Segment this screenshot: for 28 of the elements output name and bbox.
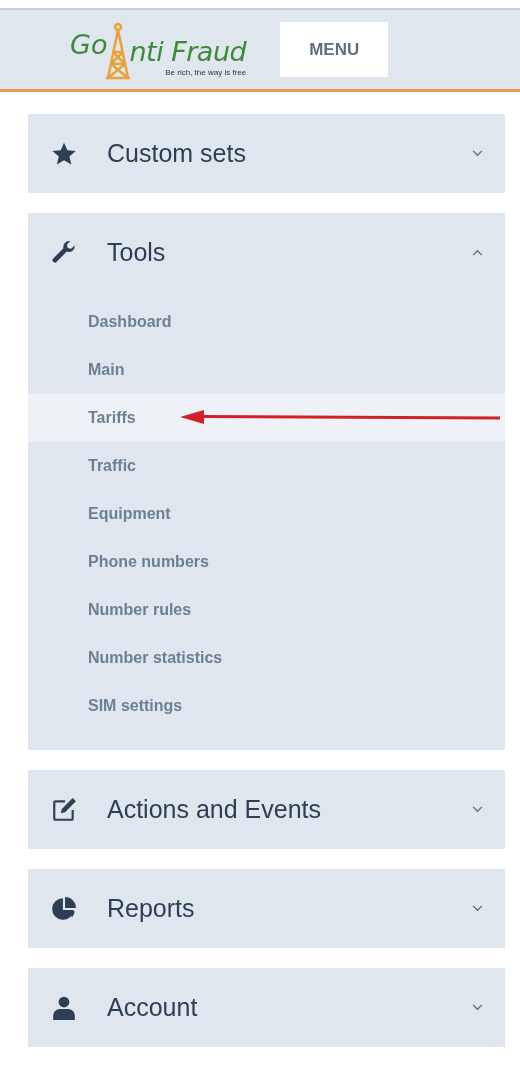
menu-item[interactable]: Main bbox=[28, 346, 505, 394]
section-header[interactable]: Tools bbox=[28, 213, 505, 292]
wrench-icon bbox=[51, 239, 77, 266]
logo-text: Go bbox=[70, 27, 108, 62]
menu-button[interactable]: MENU bbox=[280, 22, 389, 77]
menu-item[interactable]: Number statistics bbox=[28, 634, 505, 682]
logo-text: nti Fraud bbox=[129, 34, 247, 69]
section-title: Tools bbox=[107, 238, 167, 267]
menu-item[interactable]: SIM settings bbox=[28, 682, 505, 730]
menu-item[interactable]: Tariffs bbox=[28, 394, 505, 442]
menu-item[interactable]: Traffic bbox=[28, 442, 505, 490]
menu-item[interactable]: Phone numbers bbox=[28, 538, 505, 586]
section-title: Account bbox=[107, 993, 199, 1022]
section-header[interactable]: Reports bbox=[28, 869, 505, 948]
menu-item[interactable]: Number rules bbox=[28, 586, 505, 634]
section-header[interactable]: Account bbox=[28, 968, 505, 1047]
section-title: Custom sets bbox=[107, 139, 247, 168]
menu-item[interactable]: Equipment bbox=[28, 490, 505, 538]
user-icon bbox=[51, 994, 77, 1021]
section-header[interactable]: Custom sets bbox=[28, 114, 505, 193]
section-header[interactable]: Actions and Events bbox=[28, 770, 505, 849]
menu-item[interactable]: Dashboard bbox=[28, 298, 505, 346]
pie-chart-icon bbox=[51, 895, 77, 922]
section-title: Reports bbox=[107, 894, 196, 923]
tower-icon bbox=[105, 21, 132, 80]
section-title: Actions and Events bbox=[107, 795, 322, 824]
edit-icon bbox=[51, 796, 77, 823]
logo-tagline: Be rich, the way is free bbox=[165, 67, 247, 77]
